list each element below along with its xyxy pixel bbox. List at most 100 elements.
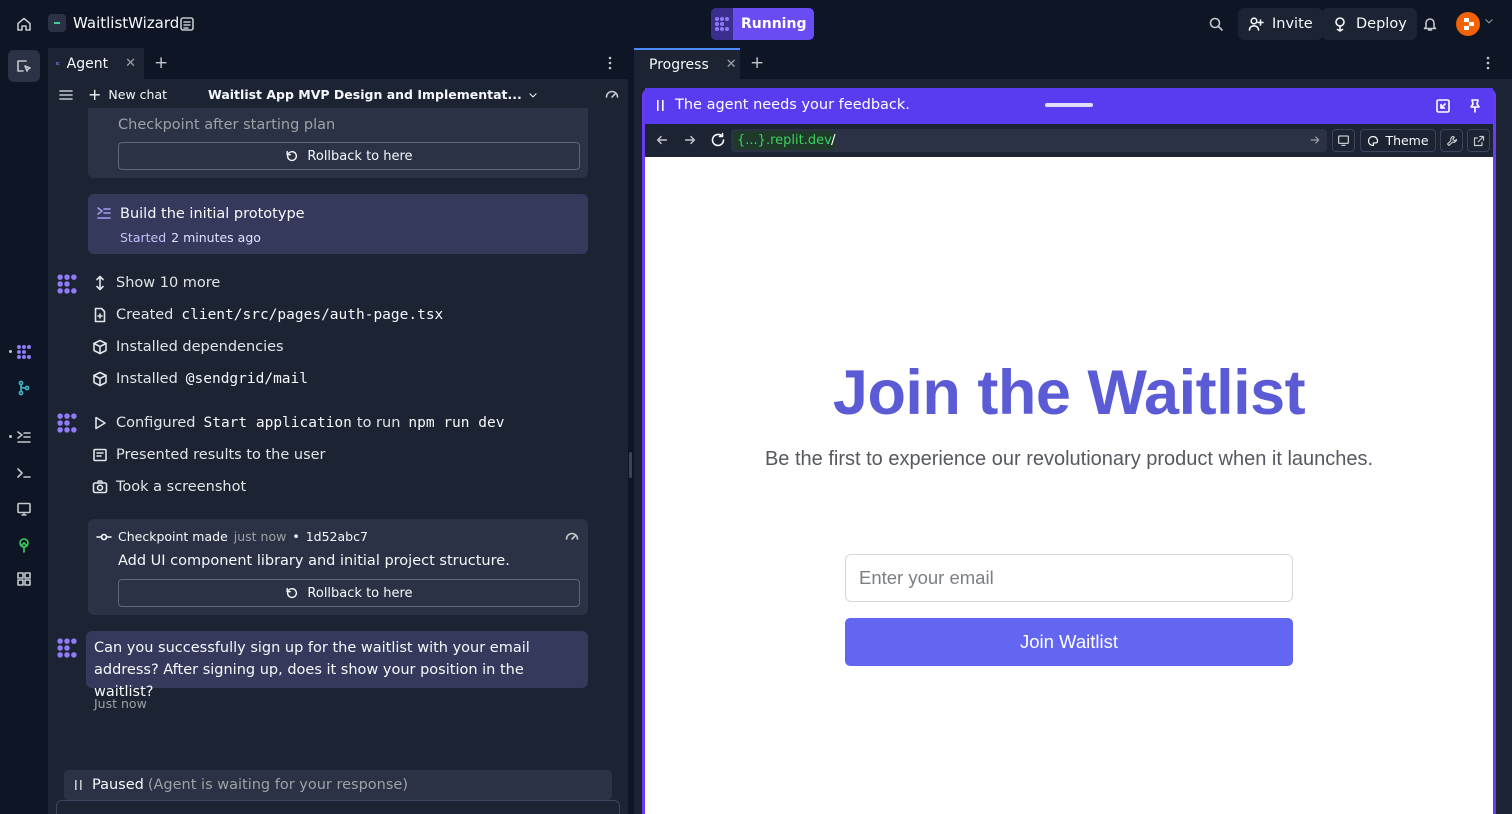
back-icon[interactable] (655, 133, 669, 147)
url-input[interactable]: {...}.replit.dev / (731, 129, 1327, 152)
run-status-label: Running (733, 8, 815, 40)
search-icon[interactable] (1204, 12, 1228, 36)
theme-button[interactable]: Theme (1360, 129, 1436, 152)
close-icon[interactable]: ✕ (125, 56, 136, 71)
go-arrow-icon[interactable] (1309, 134, 1321, 146)
checkpoint-hash[interactable]: 1d52abc7 (306, 529, 368, 544)
agent-logo-icon (56, 61, 60, 66)
reload-icon[interactable] (710, 132, 726, 148)
chat-title-dropdown[interactable]: Waitlist App MVP Design and Implementat.… (208, 87, 538, 102)
monitor-icon (1337, 135, 1350, 147)
new-chat-button[interactable]: + New chat (88, 84, 167, 104)
palette-icon (1368, 135, 1379, 146)
email-input[interactable] (845, 554, 1293, 602)
open-new-tab-button[interactable] (1467, 129, 1490, 152)
git-icon[interactable] (8, 372, 40, 404)
agent-icon[interactable] (8, 336, 40, 368)
action-installed-package[interactable]: Installed @sendgrid/mail (92, 371, 308, 387)
rollback-button[interactable]: Rollback to here (118, 579, 580, 607)
menu-icon[interactable] (58, 87, 74, 103)
tab-agent-label: Agent (66, 55, 109, 72)
all-tools-icon[interactable] (8, 563, 40, 595)
agent-avatar-icon (57, 413, 77, 433)
add-user-icon (1248, 17, 1264, 31)
pin-icon[interactable] (1467, 98, 1483, 114)
preview-frame: The agent needs your feedback. {...}.rep… (642, 88, 1496, 814)
webview-url-bar: {...}.replit.dev / Theme (645, 124, 1493, 157)
device-toggle-button[interactable] (1332, 129, 1355, 152)
rollback-button[interactable]: Rollback to here (118, 142, 580, 170)
panel-resize-handle[interactable] (629, 452, 632, 478)
checkpoint-card: Checkpoint made just now • 1d52abc7 Add … (88, 519, 588, 615)
paused-label: Paused (92, 777, 144, 793)
tab-progress-label: Progress (649, 56, 709, 73)
action-created-file[interactable]: Created client/src/pages/auth-page.tsx (92, 307, 443, 323)
avatar[interactable] (1456, 12, 1480, 36)
run-status[interactable]: Running (711, 8, 815, 40)
file-tree-icon[interactable] (176, 13, 198, 35)
package-icon (93, 339, 107, 355)
project-name[interactable]: WaitlistWizard (73, 14, 179, 32)
show-more-button[interactable]: Show 10 more (92, 275, 220, 291)
more-options-icon[interactable] (608, 56, 612, 70)
action-presented-results[interactable]: Presented results to the user (92, 447, 326, 463)
action-label: Installed (116, 371, 178, 387)
speed-gauge-icon[interactable] (564, 528, 580, 544)
add-tab-icon[interactable]: + (154, 55, 168, 72)
new-chat-label: New chat (108, 87, 167, 102)
close-icon[interactable]: ✕ (726, 57, 737, 72)
file-add-icon (94, 307, 106, 323)
waitlist-title: Join the Waitlist (832, 358, 1306, 428)
agent-tab-bar: Agent ✕ + (48, 48, 628, 79)
checkpoint-header: Checkpoint made just now • 1d52abc7 (96, 529, 368, 544)
join-waitlist-button[interactable]: Join Waitlist (845, 618, 1293, 666)
add-tab-icon[interactable]: + (750, 55, 764, 72)
bell-icon[interactable] (1418, 12, 1442, 36)
progress-tab-bar: Progress ✕ + (634, 48, 1512, 79)
checkpoint-description: Add UI component library and initial pro… (118, 553, 510, 569)
more-options-icon[interactable] (1486, 56, 1490, 70)
plus-icon: + (88, 84, 102, 104)
checkpoint-time: just now (233, 529, 287, 544)
rollback-label: Rollback to here (307, 585, 413, 601)
collapse-icon[interactable] (1435, 98, 1451, 114)
feedback-text: The agent needs your feedback. (675, 97, 910, 113)
package-icon (93, 371, 107, 387)
progress-icon[interactable] (8, 421, 40, 453)
deployments-icon[interactable] (8, 529, 40, 561)
shell-icon[interactable] (8, 457, 40, 489)
top-bar: WaitlistWizard Running Invite Deploy (0, 0, 1512, 48)
plan-card[interactable]: Build the initial prototype Started 2 mi… (88, 194, 588, 254)
drag-handle[interactable] (1045, 103, 1093, 107)
expand-vertical-icon (96, 275, 104, 291)
agent-panel: Agent ✕ + + New chat Waitlist App MVP De… (48, 48, 628, 814)
undo-icon (286, 587, 298, 599)
deploy-button[interactable]: Deploy (1322, 8, 1417, 40)
file-path: client/src/pages/auth-page.tsx (181, 307, 444, 323)
forward-icon[interactable] (683, 133, 697, 147)
chat-input[interactable] (56, 800, 620, 814)
action-label: to run (356, 415, 401, 431)
action-label: Created (116, 307, 174, 323)
chevron-down-icon (529, 92, 537, 97)
new-tab-icon[interactable] (8, 50, 40, 82)
action-configured-workflow[interactable]: Configured Start application to run npm … (92, 415, 504, 431)
action-screenshot[interactable]: Took a screenshot (92, 479, 246, 495)
separator: • (292, 529, 300, 544)
invite-button[interactable]: Invite (1238, 8, 1323, 40)
project-icon (48, 14, 66, 32)
plan-started-label: Started (120, 230, 167, 245)
chat-title: Waitlist App MVP Design and Implementat.… (208, 87, 522, 102)
tab-agent[interactable]: Agent ✕ (48, 48, 144, 79)
agent-avatar-icon (57, 638, 77, 658)
waitlist-subtitle: Be the first to experience our revolutio… (764, 448, 1374, 470)
action-installed-deps[interactable]: Installed dependencies (92, 339, 284, 355)
chevron-down-icon[interactable] (1484, 16, 1494, 26)
webview-icon[interactable] (8, 493, 40, 525)
theme-label: Theme (1385, 133, 1429, 148)
home-icon[interactable] (12, 12, 36, 36)
speed-gauge-icon[interactable] (604, 86, 620, 102)
tab-progress[interactable]: Progress ✕ (634, 48, 740, 79)
url-path: / (831, 132, 836, 148)
devtools-button[interactable] (1440, 129, 1463, 152)
